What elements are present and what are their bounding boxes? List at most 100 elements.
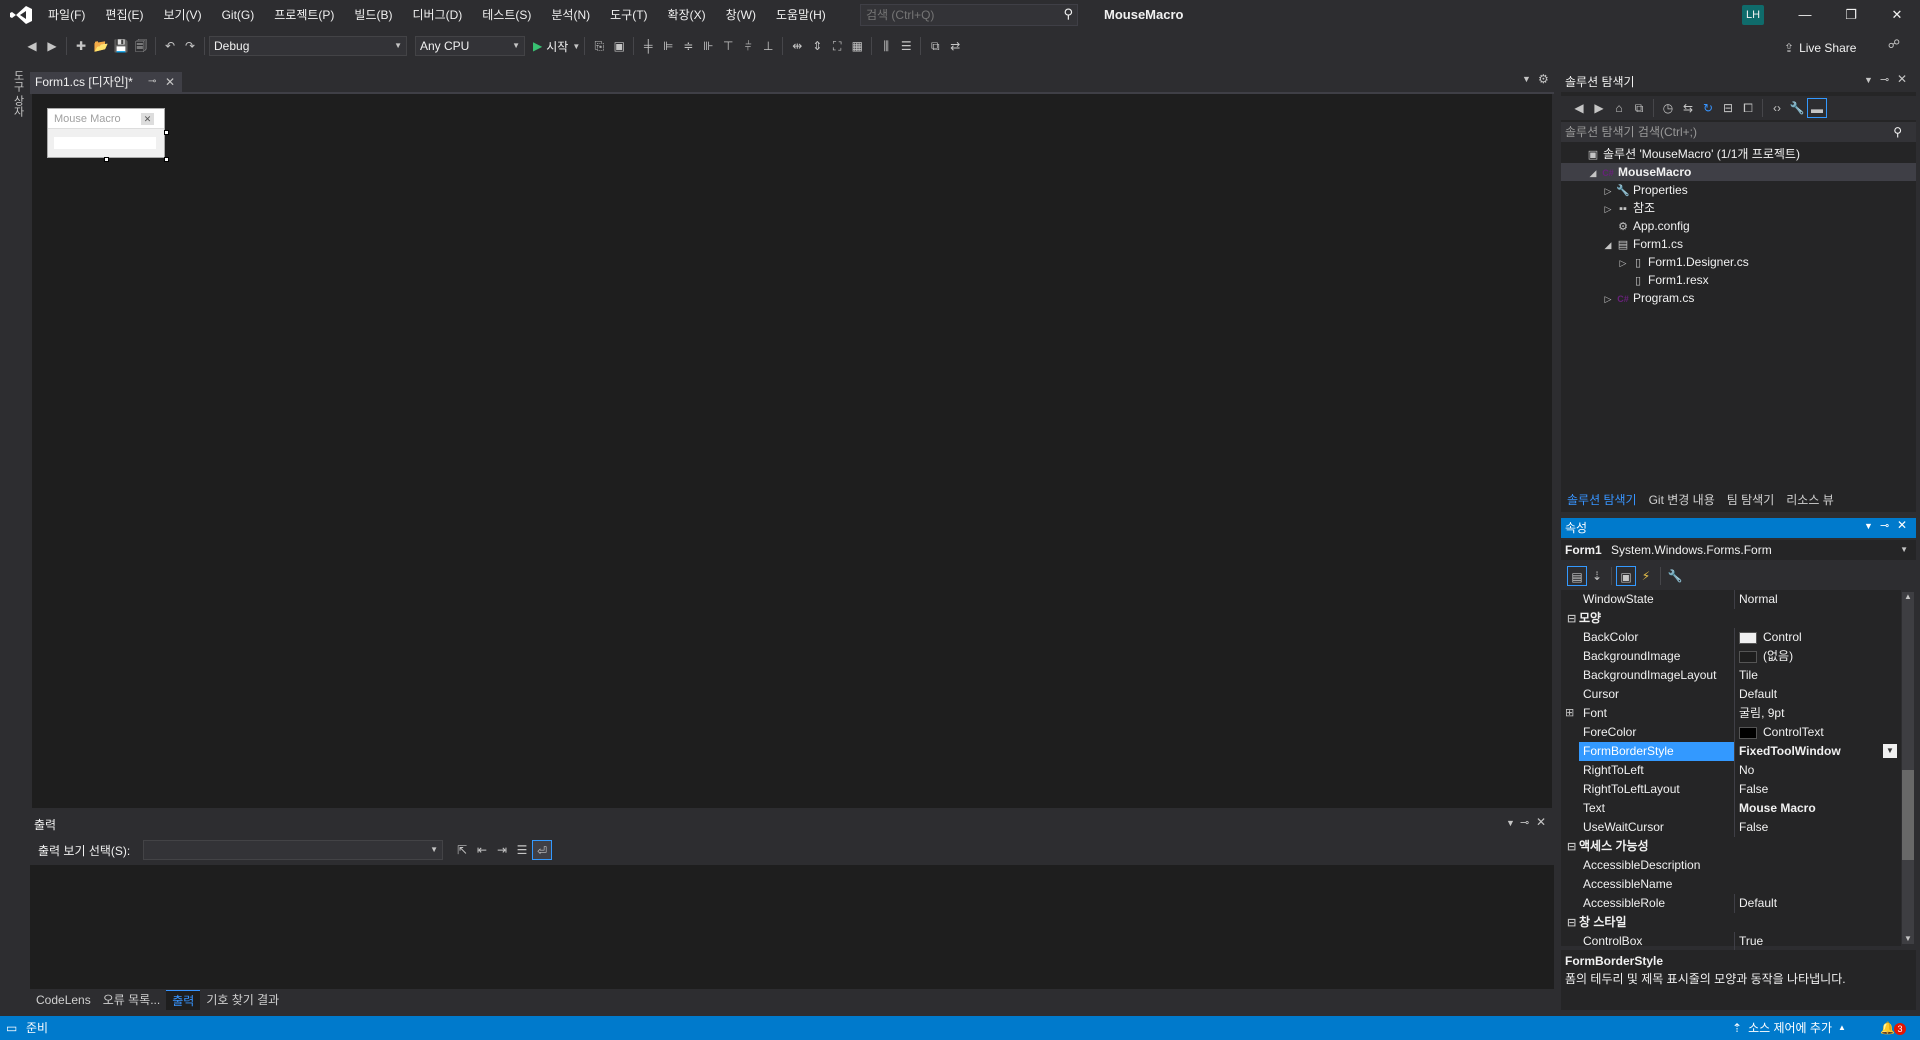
expanded-arrow-icon[interactable]: ◢	[1601, 236, 1615, 254]
menu-item[interactable]: 확장(X)	[658, 0, 716, 30]
panel-menu-icon[interactable]: ▼	[1864, 521, 1873, 531]
show-all-files-icon[interactable]: ⧠	[1738, 98, 1758, 118]
collapsed-arrow-icon[interactable]: ▷	[1601, 200, 1615, 218]
align-middle-icon[interactable]: ⫩	[738, 36, 758, 56]
menu-item[interactable]: 도구(T)	[600, 0, 657, 30]
properties-view-icon[interactable]: ▣	[1616, 566, 1636, 586]
tree-item[interactable]: ⚙ App.config	[1561, 217, 1916, 235]
collapse-toggle-icon[interactable]: ⊟	[1567, 610, 1579, 629]
property-value[interactable]: Mouse Macro	[1734, 799, 1899, 818]
save-all-icon[interactable]: 🗐	[131, 36, 151, 56]
pin-icon[interactable]: ⊸	[1520, 816, 1529, 829]
close-icon[interactable]: ✕	[1897, 518, 1907, 532]
pin-icon[interactable]: ⊸	[1880, 519, 1889, 532]
property-category[interactable]: ⊟ 창 스타일	[1561, 913, 1901, 932]
close-icon[interactable]: ✕	[1897, 72, 1907, 86]
horizontal-spacing-icon[interactable]: ⫼	[876, 36, 896, 56]
property-value[interactable]: 굴림, 9pt	[1734, 704, 1899, 723]
prev-message-icon[interactable]: ⇤	[472, 840, 492, 860]
property-category[interactable]: ⊟ 액세스 가능성	[1561, 837, 1901, 856]
panel-menu-icon[interactable]: ▼	[1864, 75, 1873, 85]
property-value[interactable]: True	[1734, 932, 1899, 951]
align-to-grid-icon[interactable]: ╪	[638, 36, 658, 56]
events-lightning-icon[interactable]: ⚡	[1636, 566, 1656, 586]
avatar[interactable]: LH	[1742, 5, 1764, 25]
bottom-tab[interactable]: 기호 찾기 결과	[200, 990, 285, 1010]
collapsed-arrow-icon[interactable]: ▷	[1601, 182, 1615, 200]
close-icon[interactable]: ✕	[165, 72, 175, 92]
property-value[interactable]: False	[1734, 780, 1899, 799]
collapse-all-icon[interactable]: ⊟	[1718, 98, 1738, 118]
property-value[interactable]: Default	[1734, 894, 1899, 913]
home-icon[interactable]: ⌂	[1609, 98, 1629, 118]
make-same-size-icon[interactable]: ▦	[847, 36, 867, 56]
align-right-icon[interactable]: ⊪	[698, 36, 718, 56]
collapsed-arrow-icon[interactable]: ▷	[1601, 290, 1615, 308]
property-row[interactable]: RightToLeft No	[1561, 761, 1901, 780]
explorer-tab[interactable]: 팀 탐색기	[1721, 490, 1781, 510]
configuration-dropdown[interactable]: Debug ▼	[209, 36, 407, 56]
menu-item[interactable]: 창(W)	[716, 0, 766, 30]
tree-item[interactable]: ▷ ▯ Form1.Designer.cs	[1561, 253, 1916, 271]
chevron-down-icon[interactable]: ▼	[1883, 744, 1897, 758]
property-category[interactable]: ⊟ 모양	[1561, 609, 1901, 628]
output-text-area[interactable]	[30, 865, 1554, 989]
property-value[interactable]: No	[1734, 761, 1899, 780]
save-icon[interactable]: 💾	[111, 36, 131, 56]
align-left-icon[interactable]: ⊫	[658, 36, 678, 56]
property-row[interactable]: BackColor Control	[1561, 628, 1901, 647]
visual-studio-logo-icon[interactable]	[10, 6, 32, 24]
screenshot-icon[interactable]: ▣	[609, 36, 629, 56]
resize-handle-bottom[interactable]	[104, 157, 109, 162]
menu-item[interactable]: 보기(V)	[153, 0, 211, 30]
menu-item[interactable]: 빌드(B)	[344, 0, 402, 30]
menu-item[interactable]: 디버그(D)	[402, 0, 472, 30]
property-value[interactable]: FixedToolWindow ▼	[1734, 742, 1899, 761]
tree-item[interactable]: ▣ 솔루션 'MouseMacro' (1/1개 프로젝트)	[1561, 145, 1916, 163]
live-share-button[interactable]: ⇪ Live Share	[1784, 38, 1856, 58]
explorer-tab[interactable]: 솔루션 탐색기	[1561, 490, 1643, 510]
property-value[interactable]: Default	[1734, 685, 1899, 704]
tab-order-icon[interactable]: ⇄	[945, 36, 965, 56]
expand-toggle-icon[interactable]: ⊞	[1565, 704, 1574, 723]
restore-icon[interactable]: ❐	[1828, 0, 1874, 30]
menu-item[interactable]: 도움말(H)	[766, 0, 836, 30]
wrench-icon[interactable]: 🔧	[1787, 98, 1807, 118]
property-row[interactable]: ⊞ Font 굴림, 9pt	[1561, 704, 1901, 723]
word-wrap-icon[interactable]: ⏎	[532, 840, 552, 860]
tab-overflow-icon[interactable]: ▼	[1522, 74, 1531, 84]
property-scrollbar[interactable]	[1902, 592, 1914, 944]
back-icon[interactable]: ◀	[1569, 98, 1589, 118]
clear-all-icon[interactable]: ☰	[512, 840, 532, 860]
align-center-icon[interactable]: ≑	[678, 36, 698, 56]
pending-changes-icon[interactable]: ◷	[1658, 98, 1678, 118]
bottom-tab[interactable]: CodeLens	[30, 990, 97, 1010]
collapse-toggle-icon[interactable]: ⊟	[1567, 914, 1579, 933]
tree-item[interactable]: ▷ ▪▪ 참조	[1561, 199, 1916, 217]
bottom-tab[interactable]: 오류 목록...	[97, 990, 167, 1010]
align-bottom-icon[interactable]: ⊥	[758, 36, 778, 56]
scrollbar-thumb[interactable]	[1902, 770, 1914, 860]
alphabetical-icon[interactable]: ⇣	[1587, 566, 1607, 586]
tree-item[interactable]: ◢ ▤ Form1.cs	[1561, 235, 1916, 253]
property-row[interactable]: WindowState Normal	[1561, 590, 1901, 609]
search-input[interactable]	[861, 5, 1051, 25]
output-source-dropdown[interactable]: ▼	[143, 840, 443, 860]
make-same-height-icon[interactable]: ⇕	[807, 36, 827, 56]
document-tab[interactable]: Form1.cs [디자인]* ⊸ ✕	[30, 72, 182, 92]
source-control-button[interactable]: ⇡ 소스 제어에 추가 ▲	[1732, 1016, 1846, 1040]
scroll-up-icon[interactable]: ▲	[1902, 592, 1914, 601]
categorized-icon[interactable]: ▤	[1567, 566, 1587, 586]
tree-item[interactable]: ▷ C# Program.cs	[1561, 289, 1916, 307]
feedback-icon[interactable]: ☍	[1884, 37, 1904, 57]
property-pages-icon[interactable]: 🔧	[1665, 566, 1685, 586]
property-row[interactable]: UseWaitCursor False	[1561, 818, 1901, 837]
tree-item[interactable]: ▯ Form1.resx	[1561, 271, 1916, 289]
minimize-icon[interactable]: —	[1782, 0, 1828, 30]
resize-handle-corner[interactable]	[164, 157, 169, 162]
bring-to-front-icon[interactable]: ⧉	[925, 36, 945, 56]
property-row[interactable]: BackgroundImageLayout Tile	[1561, 666, 1901, 685]
start-button[interactable]: ▶ 시작 ▼	[533, 36, 580, 56]
open-file-icon[interactable]: 📂	[91, 36, 111, 56]
resize-handle-right[interactable]	[164, 130, 169, 135]
